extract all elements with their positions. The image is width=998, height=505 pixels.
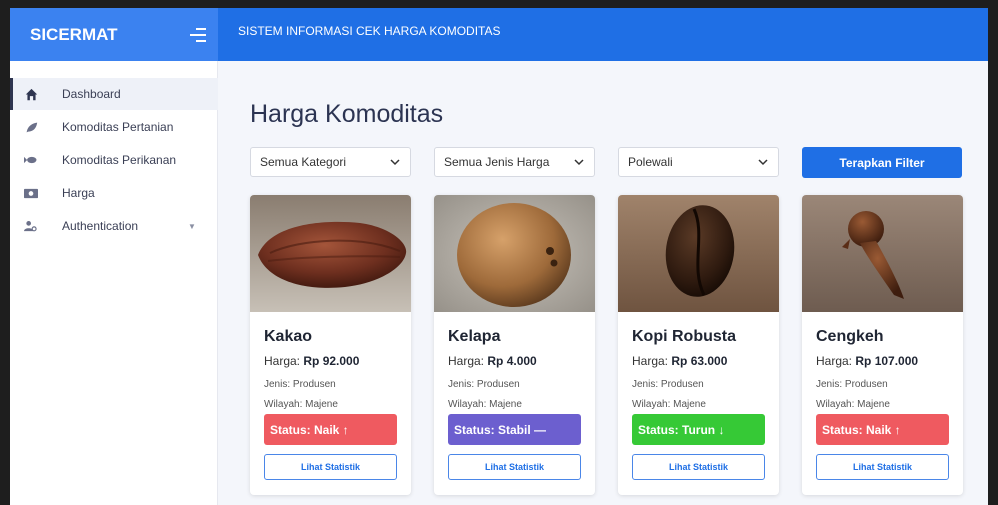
- commodity-card-kakao: Kakao Harga: Rp 92.000 Jenis: Produsen W…: [250, 195, 411, 495]
- window-edge: [988, 0, 998, 505]
- sidebar-item-authentication[interactable]: Authentication ▼: [10, 210, 218, 242]
- cengkeh-image: [802, 195, 963, 312]
- card-wilayah: Wilayah: Majene: [816, 399, 890, 410]
- app-title: SISTEM INFORMASI CEK HARGA KOMODITAS: [238, 24, 501, 38]
- sidebar-item-komoditas-pertanian[interactable]: Komoditas Pertanian: [10, 111, 218, 143]
- sidebar-item-label: Dashboard: [62, 87, 121, 101]
- status-badge: Status: Naik ↑: [816, 414, 949, 445]
- money-icon: [24, 186, 38, 200]
- menu-toggle-icon[interactable]: [186, 24, 208, 46]
- card-title: Cengkeh: [816, 328, 884, 345]
- chevron-down-icon: [390, 159, 400, 166]
- sidebar-item-label: Komoditas Pertanian: [62, 120, 174, 134]
- card-price: Harga: Rp 63.000: [632, 354, 728, 368]
- card-price: Harga: Rp 4.000: [448, 354, 537, 368]
- commodity-card-kopi-robusta: Kopi Robusta Harga: Rp 63.000 Jenis: Pro…: [618, 195, 779, 495]
- card-jenis: Jenis: Produsen: [816, 379, 888, 390]
- apply-filter-button[interactable]: Terapkan Filter: [802, 147, 962, 178]
- card-jenis: Jenis: Produsen: [632, 379, 704, 390]
- wilayah-select-value: Polewali: [628, 155, 673, 169]
- view-statistics-button[interactable]: Lihat Statistik: [264, 454, 397, 480]
- jenis-harga-select[interactable]: Semua Jenis Harga: [434, 147, 595, 177]
- sidebar-item-label: Harga: [62, 186, 95, 200]
- view-statistics-button[interactable]: Lihat Statistik: [448, 454, 581, 480]
- card-price: Harga: Rp 92.000: [264, 354, 360, 368]
- caret-down-icon: ▼: [188, 221, 196, 231]
- chevron-down-icon: [758, 159, 768, 166]
- commodity-card-kelapa: Kelapa Harga: Rp 4.000 Jenis: Produsen W…: [434, 195, 595, 495]
- sidebar-item-harga[interactable]: Harga: [10, 177, 218, 209]
- jenis-harga-select-value: Semua Jenis Harga: [444, 155, 550, 169]
- card-title: Kakao: [264, 328, 313, 345]
- app-window: SICERMAT SISTEM INFORMASI CEK HARGA KOMO…: [10, 8, 990, 505]
- status-badge: Status: Turun ↓: [632, 414, 765, 445]
- sidebar: Dashboard Komoditas Pertanian Komoditas …: [10, 61, 218, 505]
- card-title: Kopi Robusta: [632, 328, 736, 345]
- kategori-select[interactable]: Semua Kategori: [250, 147, 411, 177]
- card-price: Harga: Rp 107.000: [816, 354, 919, 368]
- fish-icon: [24, 153, 38, 167]
- card-title: Kelapa: [448, 328, 501, 345]
- top-navbar: SICERMAT SISTEM INFORMASI CEK HARGA KOMO…: [10, 8, 990, 61]
- status-badge: Status: Stabil —: [448, 414, 581, 445]
- home-icon: [24, 87, 38, 101]
- commodity-card-cengkeh: Cengkeh Harga: Rp 107.000 Jenis: Produse…: [802, 195, 963, 495]
- kategori-select-value: Semua Kategori: [260, 155, 347, 169]
- card-jenis: Jenis: Produsen: [264, 379, 336, 390]
- sidebar-item-label: Komoditas Perikanan: [62, 153, 177, 167]
- wilayah-select[interactable]: Polewali: [618, 147, 779, 177]
- card-wilayah: Wilayah: Majene: [632, 399, 706, 410]
- card-wilayah: Wilayah: Majene: [264, 399, 338, 410]
- kopi-robusta-image: [618, 195, 779, 312]
- chevron-down-icon: [574, 159, 584, 166]
- sidebar-item-komoditas-perikanan[interactable]: Komoditas Perikanan: [10, 144, 218, 176]
- sidebar-item-label: Authentication: [62, 219, 139, 233]
- card-wilayah: Wilayah: Majene: [448, 399, 522, 410]
- view-statistics-button[interactable]: Lihat Statistik: [816, 454, 949, 480]
- leaf-icon: [24, 120, 38, 134]
- brand-logo[interactable]: SICERMAT: [30, 25, 118, 45]
- users-icon: [24, 219, 38, 233]
- card-jenis: Jenis: Produsen: [448, 379, 520, 390]
- kakao-image: [250, 195, 411, 312]
- status-badge: Status: Naik ↑: [264, 414, 397, 445]
- page-title: Harga Komoditas: [250, 100, 444, 128]
- view-statistics-button[interactable]: Lihat Statistik: [632, 454, 765, 480]
- sidebar-item-dashboard[interactable]: Dashboard: [10, 78, 218, 110]
- brand-box: SICERMAT: [10, 8, 218, 61]
- kelapa-image: [434, 195, 595, 312]
